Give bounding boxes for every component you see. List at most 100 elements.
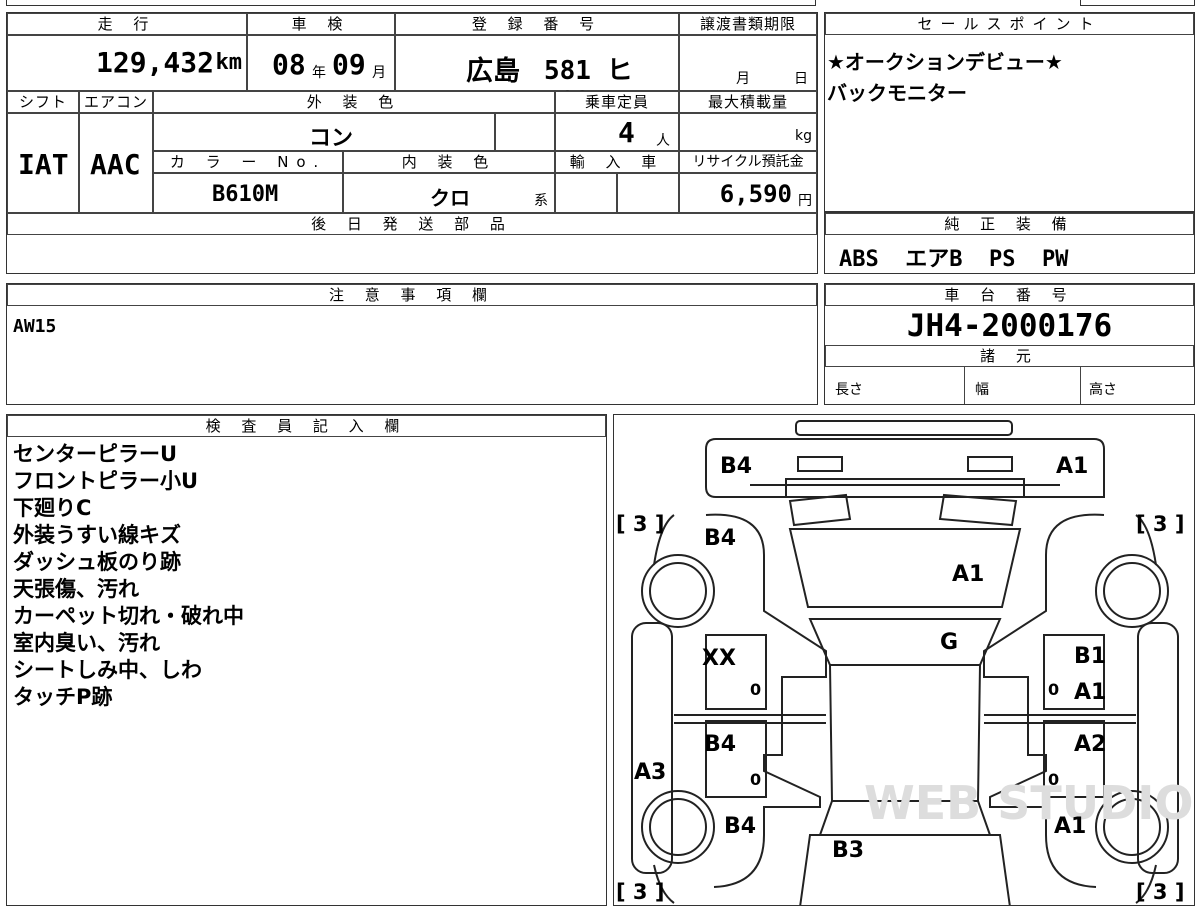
wheel-front-left-shape — [641, 554, 715, 628]
color-no-cell: B610M — [153, 173, 343, 213]
wheel-rear-left-shape — [641, 790, 715, 864]
inspector-lines: センターピラーU フロントピラー小U 下廻りC 外装うすい線キズ ダッシュ板のり… — [13, 441, 244, 711]
equipment-box: 純 正 装 備 ABS エアB PS PW — [824, 212, 1195, 274]
mark-zero-d: 0 — [1048, 770, 1059, 789]
inspection-month: 09 — [332, 48, 366, 81]
mark-right-front-door: A1 — [1074, 680, 1106, 705]
exterior-extra-cell — [495, 113, 555, 151]
interior-cell: クロ 系 — [343, 173, 555, 213]
hood-shape — [788, 528, 1022, 608]
inspector-line: フロントピラー小U — [13, 469, 199, 493]
mark-hood-left: B4 — [704, 526, 736, 551]
length-label: 長さ — [835, 382, 863, 398]
summary-table: 走 行 車 検 登 録 番 号 譲渡書類期限 129,432 km 08 年 0… — [6, 12, 818, 274]
equipment-header: 純 正 装 備 — [825, 213, 1194, 235]
width-label: 幅 — [975, 382, 989, 398]
mark-hood-center: A1 — [952, 562, 984, 587]
registration-header: 登 録 番 号 — [395, 13, 679, 35]
later-parts-cell — [7, 235, 817, 273]
tire-mark-front-right: [ 3 ] — [1136, 512, 1184, 536]
import-header: 輸 入 車 — [555, 151, 679, 173]
mileage-unit: km — [215, 50, 243, 75]
mark-top-right: A1 — [1056, 454, 1088, 479]
height-cell: 高さ — [1081, 367, 1194, 404]
inspector-line: ダッシュ板のり跡 — [13, 550, 181, 574]
mark-zero-b: 0 — [1048, 680, 1059, 699]
inspector-line: センターピラーU — [13, 442, 178, 466]
inspector-line: 外装うすい線キズ — [13, 523, 181, 547]
chassis-value-cell: JH4-2000176 — [825, 306, 1194, 346]
sales-point-line-2: バックモニター — [827, 81, 967, 105]
import-cell-a — [555, 173, 617, 213]
windshield-shape — [808, 618, 1002, 666]
inspector-line: シートしみ中、しわ — [13, 658, 202, 682]
capacity-header: 乗車定員 — [555, 91, 679, 113]
chassis-value: JH4-2000176 — [906, 308, 1113, 344]
car-diagram: WEB STUDIO B4 A1 B4 A1 G XX B1 A1 B4 A2 … — [616, 420, 1194, 905]
mark-left-rear-door: B4 — [704, 732, 736, 757]
inspector-header: 検 査 員 記 入 欄 — [7, 415, 606, 437]
max-load-unit: kg — [795, 128, 812, 144]
mark-zero-c: 0 — [750, 770, 761, 789]
mark-right-rear-door: A2 — [1074, 732, 1106, 757]
notes-value: AW15 — [13, 316, 57, 337]
width-cell: 幅 — [965, 367, 1081, 404]
color-no-value: B610M — [212, 182, 279, 207]
interior-unit: 系 — [534, 193, 548, 209]
chassis-header: 車 台 番 号 — [825, 284, 1194, 306]
wheel-front-right-shape — [1095, 554, 1169, 628]
transfer-cell: 月 日 — [679, 35, 817, 91]
import-cell-b — [617, 173, 679, 213]
sales-point-lines: ★オークションデビュー★ バックモニター — [827, 47, 1063, 109]
sales-point-header: セールスポイント — [825, 13, 1194, 35]
mark-windshield: G — [940, 630, 958, 655]
notes-header: 注 意 事 項 欄 — [7, 284, 817, 306]
max-load-cell: kg — [679, 113, 817, 151]
recycle-header: リサイクル預託金 — [679, 151, 817, 173]
mileage-value: 129,432 — [95, 46, 214, 79]
inspection-month-unit: 月 — [372, 65, 386, 81]
tire-mark-rear-right: [ 3 ] — [1136, 880, 1184, 904]
mark-right-front-door-top: B1 — [1074, 644, 1106, 669]
capacity-value: 4 — [618, 116, 635, 149]
inspector-line: タッチP跡 — [13, 685, 113, 709]
chassis-box: 車 台 番 号 JH4-2000176 諸 元 長さ 幅 高さ — [824, 283, 1195, 405]
later-parts-header: 後 日 発 送 部 品 — [7, 213, 817, 235]
mileage-header: 走 行 — [7, 13, 247, 35]
exterior-header: 外 装 色 — [153, 91, 555, 113]
mark-left-front-door: XX — [702, 646, 736, 671]
mark-zero-a: 0 — [750, 680, 761, 699]
watermark: WEB STUDIO — [864, 776, 1194, 830]
front-bumper-shape — [795, 420, 1013, 436]
aircon-header: エアコン — [79, 91, 153, 113]
inspector-box: 検 査 員 記 入 欄 センターピラーU フロントピラー小U 下廻りC 外装うす… — [6, 414, 607, 906]
headlight-right-shape — [967, 456, 1013, 472]
registration-cell: 広島 581 ヒ 5825 — [395, 35, 679, 117]
mark-right-rear: A1 — [1054, 814, 1086, 839]
top-strip-right — [1080, 0, 1195, 6]
capacity-cell: 4 人 — [555, 113, 679, 151]
mark-roof-rear: B3 — [832, 838, 864, 863]
inspection-year: 08 — [272, 48, 306, 81]
recycle-unit: 円 — [798, 193, 812, 209]
height-label: 高さ — [1089, 382, 1117, 398]
interior-header: 内 装 色 — [343, 151, 555, 173]
car-diagram-box: WEB STUDIO B4 A1 B4 A1 G XX B1 A1 B4 A2 … — [613, 414, 1195, 906]
mark-left-rear: B4 — [724, 814, 756, 839]
headlight-left-shape — [797, 456, 843, 472]
transfer-month-unit: 月 — [736, 71, 750, 87]
interior-value: クロ — [430, 186, 470, 210]
registration-area: 広島 — [466, 56, 520, 87]
capacity-unit: 人 — [656, 133, 670, 149]
mark-top-left: B4 — [720, 454, 752, 479]
inspector-line: 室内臭い、汚れ — [13, 631, 160, 655]
grille-left-shape — [788, 493, 852, 527]
inspection-header: 車 検 — [247, 13, 395, 35]
tire-mark-rear-left: [ 3 ] — [616, 880, 664, 904]
aircon-value: AAC — [90, 148, 141, 181]
sales-point-box: セールスポイント ★オークションデビュー★ バックモニター — [824, 12, 1195, 212]
sales-point-line-1: ★オークションデビュー★ — [827, 50, 1063, 74]
inspection-year-unit: 年 — [312, 65, 326, 81]
grille-right-shape — [938, 493, 1018, 527]
equipment-value: ABS エアB PS PW — [839, 247, 1069, 272]
